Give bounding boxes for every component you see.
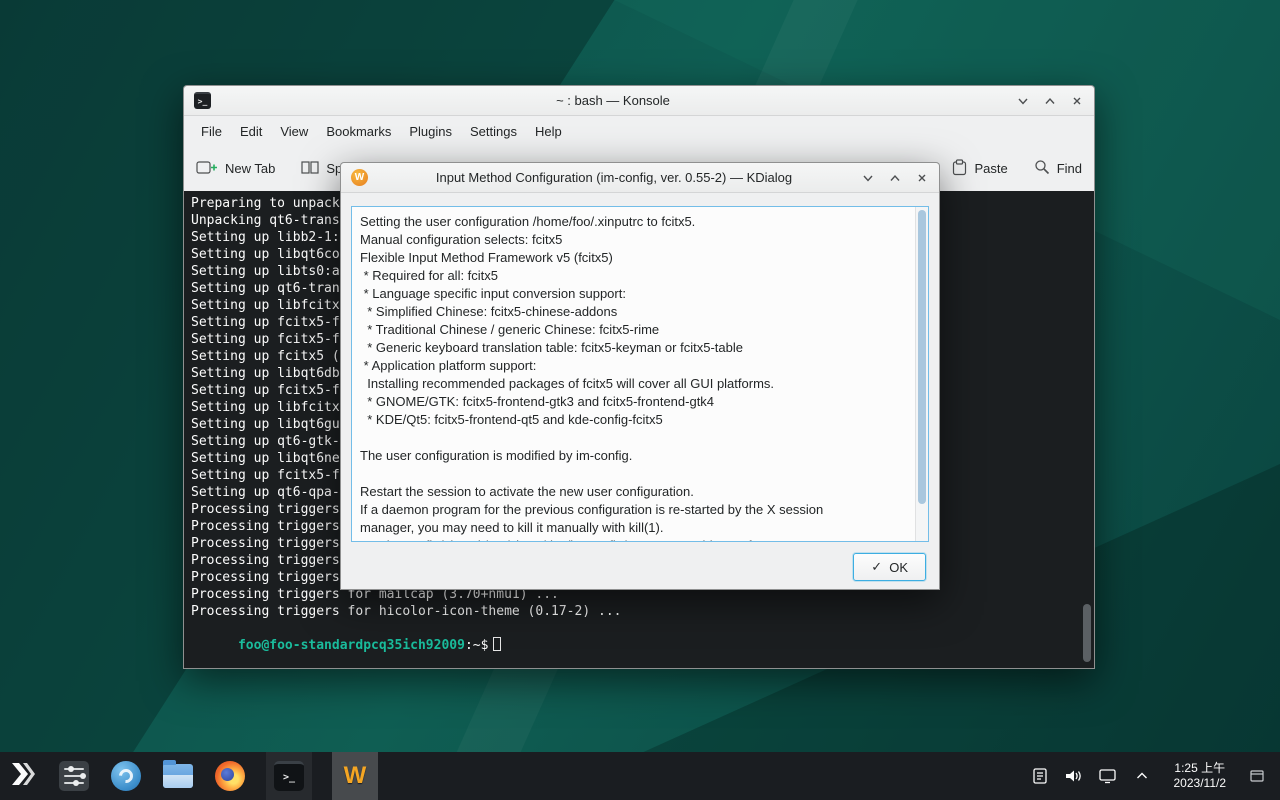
find-button[interactable]: Find	[1034, 159, 1082, 178]
dialog-message-line: If a daemon program for the previous con…	[360, 501, 906, 519]
maximize-icon[interactable]	[887, 170, 902, 185]
close-icon[interactable]	[1069, 93, 1084, 108]
discover-button[interactable]	[110, 760, 142, 792]
search-icon	[1034, 159, 1050, 178]
minimize-icon[interactable]	[860, 170, 875, 185]
dialog-message-line: * Language specific input conversion sup…	[360, 285, 906, 303]
menu-item[interactable]: File	[192, 120, 231, 143]
paste-button[interactable]: Paste	[952, 159, 1007, 179]
sliders-icon	[59, 761, 89, 791]
dialog-message-line: Setting the user configuration /home/foo…	[360, 213, 906, 231]
dialog-message-line	[360, 429, 906, 447]
maximize-icon[interactable]	[1042, 93, 1057, 108]
menu-item[interactable]: Help	[526, 120, 571, 143]
dialog-message-line: * Required for all: fcitx5	[360, 267, 906, 285]
menu-item[interactable]: Settings	[461, 120, 526, 143]
dialog-message-line: The user configuration is modified by im…	[360, 447, 906, 465]
system-tray: 1:25 上午 2023/11/2	[1030, 759, 1275, 793]
konsole-task-icon: >_	[274, 761, 304, 791]
check-icon: ✓	[871, 559, 882, 575]
folder-icon	[163, 764, 193, 788]
dialog-message-line: * KDE/Qt5: fcitx5-frontend-qt5 and kde-c…	[360, 411, 906, 429]
ok-button-label: OK	[889, 560, 908, 575]
dialog-message-line: Flexible Input Method Framework v5 (fcit…	[360, 249, 906, 267]
im-config-task-icon: W	[344, 762, 367, 790]
dialog-scrollbar-handle[interactable]	[918, 210, 926, 504]
menu-item[interactable]: Plugins	[400, 120, 461, 143]
dialog-message-line: * Application platform support:	[360, 357, 906, 375]
task-konsole[interactable]: >_	[266, 752, 312, 800]
terminal-line: Processing triggers for hicolor-icon-the…	[191, 603, 1094, 620]
close-icon[interactable]	[914, 170, 929, 185]
dialog-message-lines: Setting the user configuration /home/foo…	[360, 213, 906, 542]
firefox-icon	[215, 761, 245, 791]
konsole-window-title: ~ : bash — Konsole	[219, 93, 1007, 108]
paste-label: Paste	[974, 161, 1007, 176]
menu-item[interactable]: Bookmarks	[317, 120, 400, 143]
dialog-message-line: Restart the session to activate the new …	[360, 483, 906, 501]
firefox-button[interactable]	[214, 760, 246, 792]
dialog-message-line: Manual configuration selects: fcitx5	[360, 231, 906, 249]
dialog-message-line: * Generic keyboard translation table: fc…	[360, 339, 906, 357]
menu-item[interactable]: Edit	[231, 120, 271, 143]
konsole-menubar: FileEditViewBookmarksPluginsSettingsHelp	[184, 116, 1094, 146]
new-tab-label: New Tab	[225, 161, 275, 176]
volume-icon[interactable]	[1064, 766, 1084, 786]
dialog-message-line: * Traditional Chinese / generic Chinese:…	[360, 321, 906, 339]
kde-logo-icon	[8, 760, 36, 793]
prompt-suffix: :~$	[465, 638, 488, 653]
clock-date: 2023/11/2	[1174, 776, 1227, 791]
kdialog-titlebar[interactable]: W Input Method Configuration (im-config,…	[341, 163, 939, 193]
dialog-message-line: * Simplified Chinese: fcitx5-chinese-add…	[360, 303, 906, 321]
clipboard-icon[interactable]	[1030, 766, 1050, 786]
find-label: Find	[1057, 161, 1082, 176]
prompt-user-host: foo@foo-standardpcq35ich92009	[238, 638, 465, 653]
minimize-icon[interactable]	[1015, 93, 1030, 108]
dialog-message-line	[360, 465, 906, 483]
show-desktop-button[interactable]	[1248, 759, 1266, 793]
dialog-message-area[interactable]: Setting the user configuration /home/foo…	[351, 206, 929, 542]
taskbar: >_ W 1:25 上午 2023/11/2	[0, 752, 1280, 800]
task-im-config-active[interactable]: W	[332, 752, 378, 800]
dialog-message-line: See im-config(8) and /usr/share/doc/im-c…	[360, 537, 906, 542]
chevron-up-icon[interactable]	[1132, 766, 1152, 786]
dialog-message-line: manager, you may need to kill it manuall…	[360, 519, 906, 537]
menu-item[interactable]: View	[271, 120, 317, 143]
kdialog-body: Setting the user configuration /home/foo…	[341, 193, 939, 589]
terminal-prompt-line: foo@foo-standardpcq35ich92009:~$	[191, 620, 1094, 637]
im-config-app-icon: W	[351, 169, 368, 186]
konsole-titlebar[interactable]: >_ ~ : bash — Konsole	[184, 86, 1094, 116]
display-icon[interactable]	[1098, 766, 1118, 786]
paste-icon	[952, 159, 967, 179]
split-view-icon	[301, 159, 319, 178]
digital-clock[interactable]: 1:25 上午 2023/11/2	[1166, 761, 1235, 791]
kdialog-window-title: Input Method Configuration (im-config, v…	[376, 170, 852, 185]
system-settings-button[interactable]	[58, 760, 90, 792]
app-launcher-button[interactable]	[6, 760, 38, 792]
terminal-cursor	[493, 637, 501, 651]
ok-button[interactable]: ✓ OK	[853, 553, 926, 581]
dialog-message-line: Installing recommended packages of fcitx…	[360, 375, 906, 393]
terminal-scrollbar[interactable]	[1083, 604, 1091, 662]
discover-icon	[111, 761, 141, 791]
kdialog-window: W Input Method Configuration (im-config,…	[340, 162, 940, 590]
clock-time: 1:25 上午	[1174, 761, 1227, 776]
new-tab-button[interactable]: New Tab	[196, 159, 275, 178]
file-manager-button[interactable]	[162, 760, 194, 792]
new-tab-icon	[196, 159, 218, 178]
dialog-scrollbar[interactable]	[915, 207, 928, 541]
konsole-app-icon: >_	[194, 92, 211, 109]
dialog-message-line: * GNOME/GTK: fcitx5-frontend-gtk3 and fc…	[360, 393, 906, 411]
